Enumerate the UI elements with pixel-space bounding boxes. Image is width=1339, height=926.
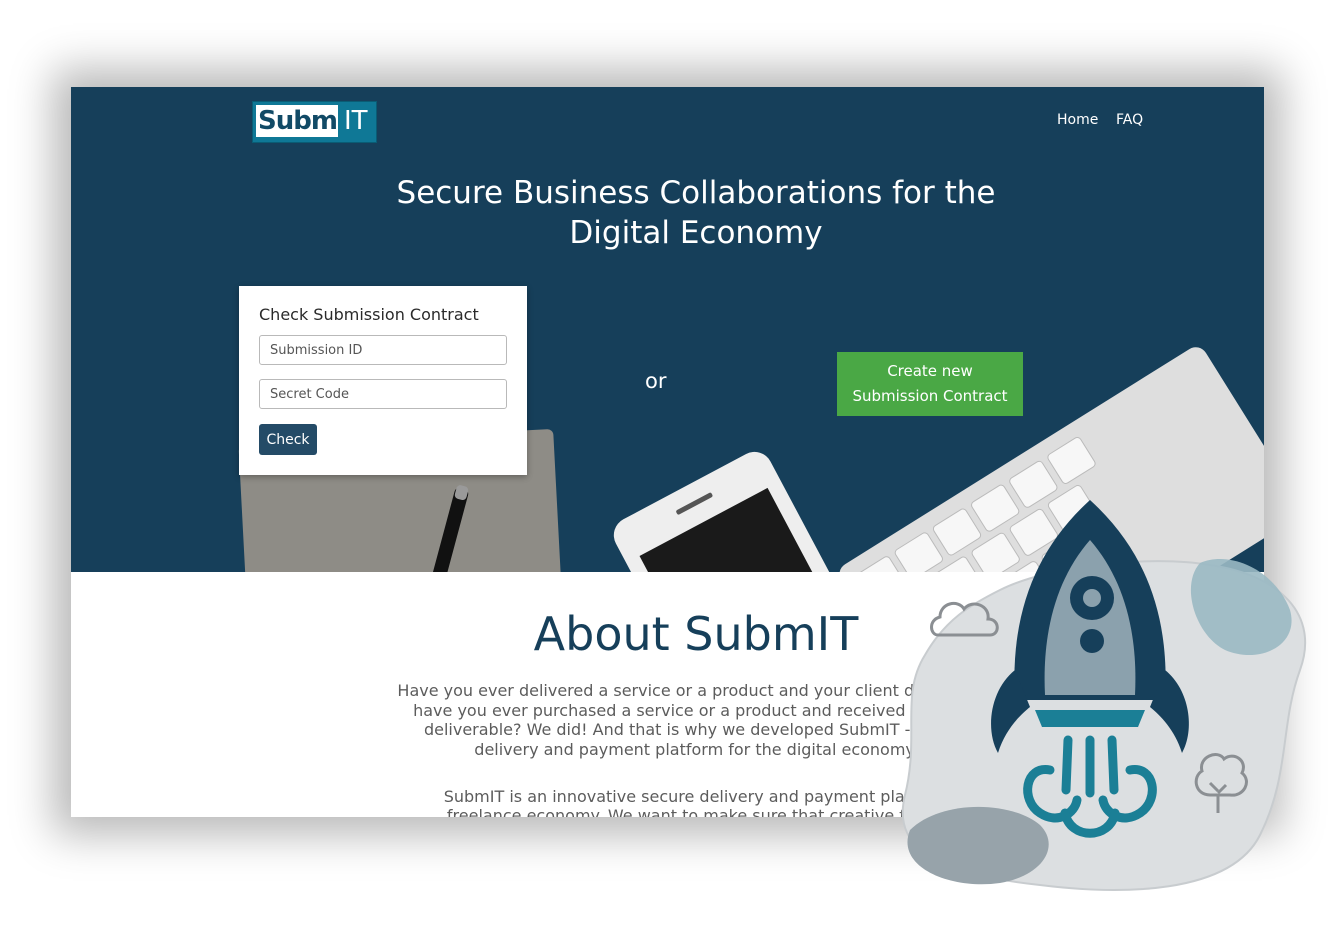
or-separator: or bbox=[645, 369, 667, 393]
submission-id-input[interactable] bbox=[259, 335, 507, 365]
check-button[interactable]: Check bbox=[259, 424, 317, 455]
create-button-line1: Create new bbox=[887, 362, 973, 380]
nav-faq-link[interactable]: FAQ bbox=[1116, 112, 1143, 128]
nav-home-link[interactable]: Home bbox=[1057, 112, 1098, 128]
check-submission-card: Check Submission Contract Check bbox=[239, 286, 527, 475]
secret-code-input[interactable] bbox=[259, 379, 507, 409]
hero-headline-line2: Digital Economy bbox=[569, 215, 823, 251]
hero-headline: Secure Business Collaborations for the D… bbox=[71, 173, 1264, 253]
create-submission-contract-button[interactable]: Create new Submission Contract bbox=[837, 352, 1023, 416]
hero-headline-line1: Secure Business Collaborations for the bbox=[396, 175, 996, 211]
logo-text-subm: Subm bbox=[256, 105, 338, 137]
create-button-line2: Submission Contract bbox=[852, 387, 1008, 405]
rocket-badge-illustration bbox=[901, 500, 1306, 891]
submit-logo[interactable]: Subm IT bbox=[252, 101, 377, 143]
logo-text-it: IT bbox=[344, 106, 368, 136]
check-card-title: Check Submission Contract bbox=[259, 305, 479, 324]
blob-accent-bottom bbox=[907, 806, 1049, 885]
